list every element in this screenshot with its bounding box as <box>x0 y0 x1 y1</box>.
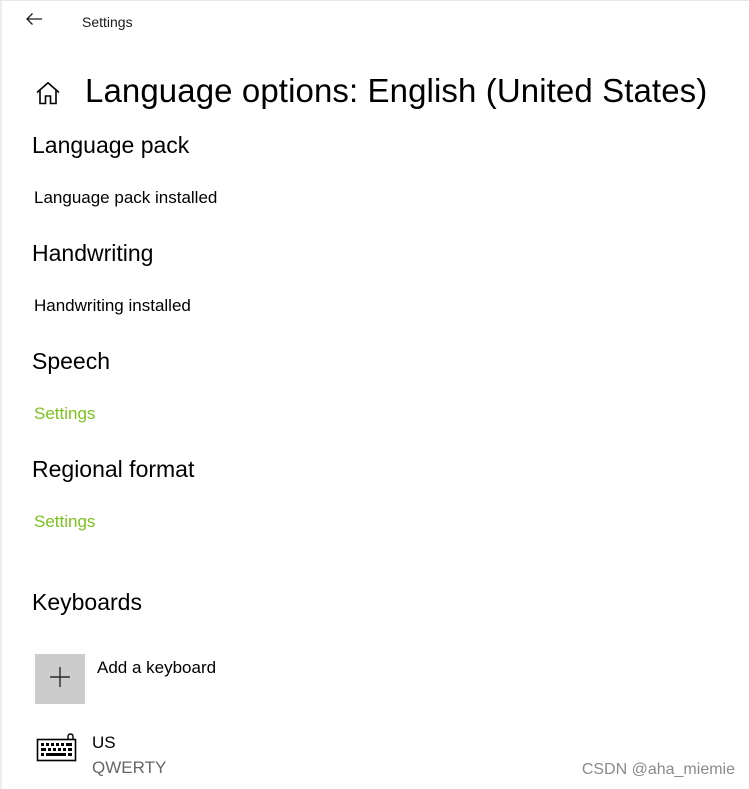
keyboard-layout: QWERTY <box>92 758 167 777</box>
home-icon[interactable] <box>33 78 63 108</box>
language-pack-status: Language pack installed <box>34 188 218 207</box>
page-title: Language options: English (United States… <box>85 72 708 109</box>
keyboard-name: US <box>92 733 116 752</box>
watermark: CSDN @aha_miemie <box>581 761 735 778</box>
keyboard-icon <box>36 733 80 765</box>
regional-format-settings-link[interactable]: Settings <box>34 511 95 533</box>
speech-settings-link[interactable]: Settings <box>34 403 95 425</box>
speech-heading: Speech <box>32 348 111 374</box>
title-bar: Settings <box>0 0 749 42</box>
back-arrow-icon <box>25 12 43 31</box>
handwriting-status: Handwriting installed <box>34 296 191 315</box>
keyboards-heading: Keyboards <box>32 589 142 615</box>
plus-icon <box>49 666 71 693</box>
window-left-edge <box>0 0 2 789</box>
add-keyboard-tile[interactable] <box>35 654 85 704</box>
regional-format-heading: Regional format <box>32 456 195 482</box>
back-button[interactable] <box>14 4 54 38</box>
app-title: Settings <box>82 14 133 30</box>
handwriting-heading: Handwriting <box>32 240 154 266</box>
language-pack-heading: Language pack <box>32 132 190 158</box>
keyboard-item-us[interactable]: US QWERTY <box>36 730 336 782</box>
add-keyboard-label: Add a keyboard <box>97 658 217 677</box>
